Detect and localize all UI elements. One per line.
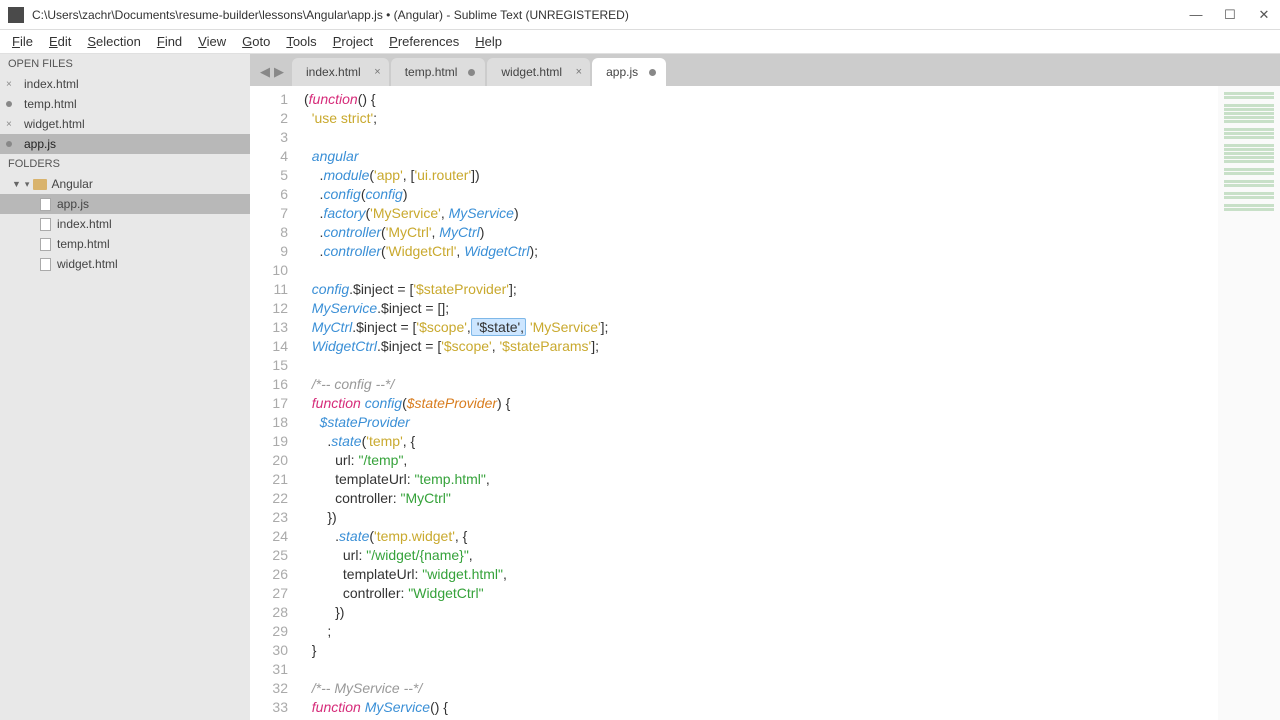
menu-tools[interactable]: Tools: [278, 32, 324, 51]
file-row[interactable]: widget.html: [0, 254, 250, 274]
window-title: C:\Users\zachr\Documents\resume-builder\…: [32, 8, 1188, 22]
menu-project[interactable]: Project: [325, 32, 381, 51]
file-row[interactable]: index.html: [0, 214, 250, 234]
file-row[interactable]: temp.html: [0, 234, 250, 254]
tab-bar: ◀ ▶ index.html × temp.html widget.html × app.…: [250, 54, 1280, 86]
maximize-button[interactable]: ☐: [1222, 7, 1238, 23]
folder-name: Angular: [51, 177, 92, 191]
tab[interactable]: index.html ×: [292, 58, 389, 86]
open-file-item[interactable]: temp.html: [0, 94, 250, 114]
dirty-dot-icon[interactable]: [6, 101, 12, 107]
nav-back-icon[interactable]: ◀: [260, 64, 270, 80]
menu-file[interactable]: File: [4, 32, 41, 51]
app-icon: [8, 7, 24, 23]
tab-label: index.html: [306, 65, 361, 79]
window-controls: — ☐ ✕: [1188, 7, 1272, 23]
open-file-label: app.js: [24, 137, 56, 151]
code-editor[interactable]: (function() { 'use strict'; angular .mod…: [298, 86, 1218, 720]
window-titlebar: C:\Users\zachr\Documents\resume-builder\…: [0, 0, 1280, 30]
open-file-item[interactable]: × index.html: [0, 74, 250, 94]
menu-preferences[interactable]: Preferences: [381, 32, 467, 51]
file-icon: [40, 218, 51, 231]
folders-header: FOLDERS: [0, 154, 250, 174]
line-gutter: 1234567891011121314151617181920212223242…: [250, 86, 298, 720]
editor-area: ◀ ▶ index.html × temp.html widget.html × app.…: [250, 54, 1280, 720]
dirty-dot-icon[interactable]: [6, 141, 12, 147]
tab[interactable]: widget.html ×: [487, 58, 590, 86]
menu-help[interactable]: Help: [467, 32, 510, 51]
menu-selection[interactable]: Selection: [79, 32, 148, 51]
file-row[interactable]: app.js: [0, 194, 250, 214]
menu-find[interactable]: Find: [149, 32, 190, 51]
close-icon[interactable]: ×: [6, 79, 16, 90]
minimap[interactable]: [1218, 86, 1280, 720]
menu-edit[interactable]: Edit: [41, 32, 79, 51]
open-file-label: widget.html: [24, 117, 85, 131]
sidebar: OPEN FILES × index.html temp.html × widget.h…: [0, 54, 250, 720]
menu-bar: File Edit Selection Find View Goto Tools…: [0, 30, 1280, 54]
file-label: index.html: [57, 217, 112, 231]
minimize-button[interactable]: —: [1188, 7, 1204, 23]
open-file-item[interactable]: app.js: [0, 134, 250, 154]
file-icon: [40, 258, 51, 271]
file-icon: [40, 198, 51, 211]
open-file-label: temp.html: [24, 97, 77, 111]
close-icon[interactable]: ×: [6, 119, 16, 130]
file-label: widget.html: [57, 257, 118, 271]
folder-root[interactable]: ▼ ▾ Angular: [0, 174, 250, 194]
open-file-label: index.html: [24, 77, 79, 91]
folder-icon: [33, 179, 47, 190]
file-label: temp.html: [57, 237, 110, 251]
dirty-dot-icon: [649, 69, 656, 76]
menu-goto[interactable]: Goto: [234, 32, 278, 51]
close-button[interactable]: ✕: [1256, 7, 1272, 23]
chevron-down-icon: ▼: [12, 179, 21, 189]
chevron-down-icon: ▾: [25, 179, 30, 190]
tab[interactable]: app.js: [592, 58, 666, 86]
close-icon[interactable]: ×: [576, 66, 582, 78]
menu-view[interactable]: View: [190, 32, 234, 51]
tab-label: widget.html: [501, 65, 562, 79]
dirty-dot-icon: [468, 69, 475, 76]
file-label: app.js: [57, 197, 89, 211]
open-file-item[interactable]: × widget.html: [0, 114, 250, 134]
tab[interactable]: temp.html: [391, 58, 486, 86]
close-icon[interactable]: ×: [374, 66, 380, 78]
tab-label: app.js: [606, 65, 638, 79]
tab-label: temp.html: [405, 65, 458, 79]
open-files-header: OPEN FILES: [0, 54, 250, 74]
nav-forward-icon[interactable]: ▶: [274, 64, 284, 80]
file-icon: [40, 238, 51, 251]
